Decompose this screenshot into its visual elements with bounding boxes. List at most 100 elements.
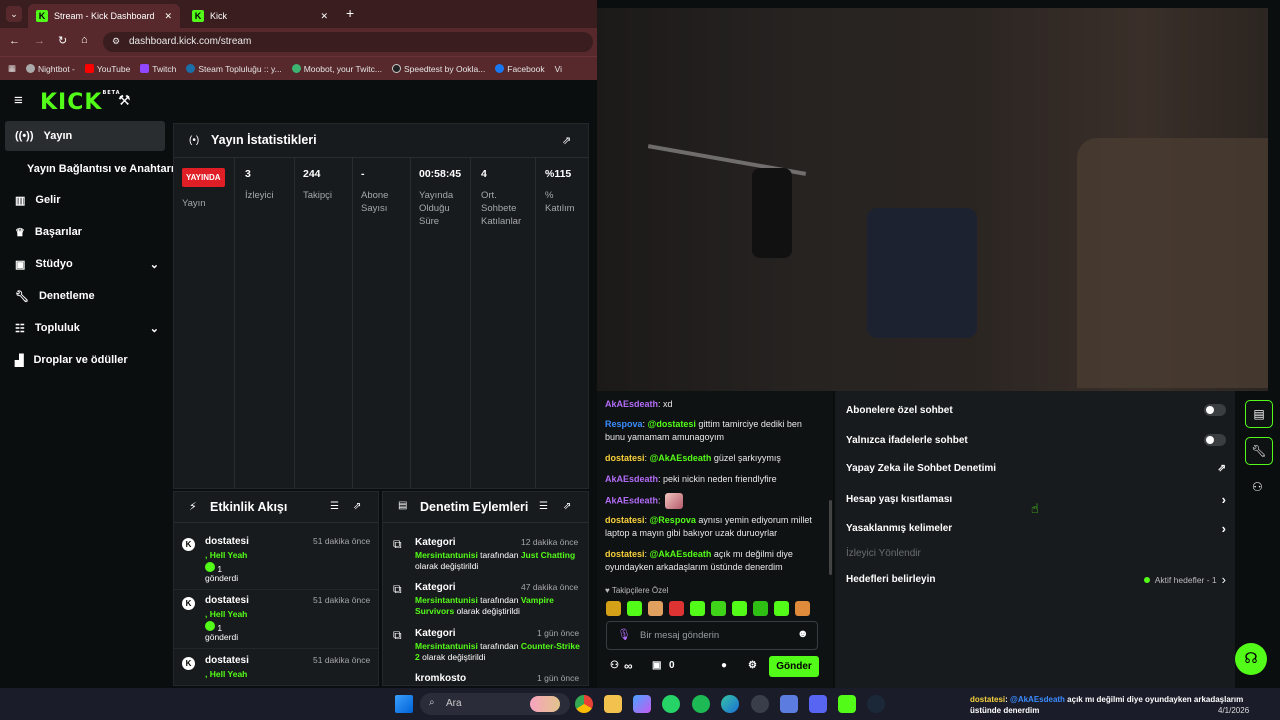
setting-subscribers-only[interactable]: Abonelere özel sohbet <box>846 404 1226 416</box>
chat-mention[interactable]: @AkAEsdeath <box>650 549 712 559</box>
filter-icon[interactable]: ☰ <box>539 501 548 512</box>
microphone-icon[interactable]: 🎙︎ <box>617 628 631 641</box>
sidebar-item-basarilar[interactable]: ♛ Başarılar <box>5 217 165 247</box>
bookmark-moobot[interactable]: Moobot, your Twitc... <box>291 64 382 74</box>
emote-icon[interactable] <box>732 601 747 616</box>
emote-icon[interactable] <box>627 601 642 616</box>
bookmark-nightbot[interactable]: Nightbot - <box>26 64 75 74</box>
stream-video-preview[interactable] <box>597 8 1280 391</box>
clock-date[interactable]: 4/1/2026 <box>1218 706 1249 715</box>
chevron-right-icon[interactable]: › <box>1222 521 1226 536</box>
sidebar-item-stream-key[interactable]: Yayın Bağlantısı ve Anahtarı <box>17 154 177 184</box>
back-icon[interactable]: ← <box>9 35 20 47</box>
popout-icon[interactable]: ⇗ <box>562 134 571 147</box>
chat-mention[interactable]: @Respova <box>650 515 696 525</box>
chat-username[interactable]: AkAEsdeath <box>605 474 658 484</box>
emote-icon[interactable] <box>795 601 810 616</box>
setting-emotes-only[interactable]: Yalnızca ifadelerle sohbet <box>846 434 1226 446</box>
external-link-icon[interactable]: ⇗ <box>1218 463 1226 474</box>
chat-username[interactable]: dostatesi <box>605 515 645 525</box>
bookmark-vi[interactable]: Vi <box>555 64 562 74</box>
sidebar-item-studyo[interactable]: ▣ Stüdyo ⌄ <box>5 249 165 279</box>
apps-grid-icon[interactable]: ▦ <box>8 63 16 74</box>
tab-stream-kick-dashboard[interactable]: K Stream - Kick Dashboard ✕ <box>28 4 180 28</box>
popout-icon[interactable]: ⇗ <box>353 501 361 512</box>
chat-username[interactable]: dostatesi <box>605 453 645 463</box>
bookmark-youtube[interactable]: YouTube <box>84 64 130 74</box>
discord-icon[interactable] <box>809 695 827 713</box>
file-explorer-icon[interactable] <box>604 695 622 713</box>
bookmark-steam[interactable]: Steam Topluluğu :: y... <box>186 63 282 74</box>
bookmark-twitch[interactable]: Twitch <box>140 64 176 74</box>
taskbar-search[interactable]: ⌕ Ara <box>420 693 570 715</box>
tab-list-button[interactable]: ⌄ <box>6 6 22 22</box>
emotes-only-toggle[interactable] <box>1204 434 1226 446</box>
kick-app-icon[interactable] <box>838 695 856 713</box>
reload-icon[interactable]: ↻ <box>58 34 67 47</box>
url-input[interactable]: ⚙ dashboard.kick.com/stream <box>103 32 593 52</box>
chat-username[interactable]: Respova <box>605 419 643 429</box>
support-chat-button[interactable]: ☊ <box>1235 643 1267 675</box>
emote-icon[interactable] <box>648 601 663 616</box>
settings-gear-icon[interactable]: ⚙ <box>748 660 757 671</box>
emote-icon[interactable] <box>669 601 684 616</box>
stream-manager-button[interactable]: ▤ <box>1245 400 1273 428</box>
emote-icon[interactable] <box>606 601 621 616</box>
chevron-down-icon[interactable]: ⌄ <box>150 322 159 335</box>
copilot-icon[interactable] <box>633 695 651 713</box>
chat-username[interactable]: dostatesi <box>605 549 645 559</box>
edge-icon[interactable] <box>721 695 739 713</box>
setting-banned-words[interactable]: Yasaklanmış kelimeler › <box>846 521 1226 536</box>
whatsapp-icon[interactable] <box>662 695 680 713</box>
sidebar-item-yayin[interactable]: ((•)) Yayın <box>5 121 165 151</box>
emote-icon[interactable] <box>753 601 768 616</box>
forward-icon[interactable]: → <box>34 35 45 47</box>
pickaxe-icon[interactable]: ⚒ <box>118 92 131 109</box>
steam-taskbar-icon[interactable] <box>751 695 769 713</box>
chat-username[interactable]: AkAEsdeath <box>605 495 658 505</box>
windows-start-icon[interactable] <box>395 695 413 713</box>
popout-icon[interactable]: ⇗ <box>563 501 571 512</box>
close-tab-icon[interactable]: ✕ <box>320 11 328 22</box>
chat-bubble-icon[interactable]: ● <box>721 660 727 671</box>
chat-scrollbar[interactable] <box>829 500 832 575</box>
chat-mention[interactable]: @dostatesi <box>648 419 696 429</box>
send-button[interactable]: Gönder <box>769 656 819 677</box>
emote-icon[interactable] <box>774 601 789 616</box>
sidebar-item-denetleme[interactable]: 🔧︎ Denetleme <box>5 281 165 311</box>
chevron-right-icon[interactable]: › <box>1222 492 1226 507</box>
community-icon[interactable]: ⚇ <box>1252 480 1263 494</box>
emote-icon[interactable] <box>711 601 726 616</box>
sidebar-item-topluluk[interactable]: ☷ Topluluk ⌄ <box>5 313 165 343</box>
chevron-down-icon[interactable]: ⌄ <box>150 258 159 271</box>
gift-icon[interactable]: ▣ <box>652 660 661 671</box>
chat-mention[interactable]: @AkAEsdeath <box>650 453 712 463</box>
emote-icon[interactable] <box>690 601 705 616</box>
moderation-tools-button[interactable]: 🔧︎ <box>1245 437 1273 465</box>
chat-input[interactable]: 🎙︎ Bir mesaj gönderin ☻ <box>606 621 818 650</box>
steam-client-icon[interactable] <box>867 695 885 713</box>
sidebar-item-gelir[interactable]: ▥ Gelir <box>5 185 165 215</box>
hamburger-menu-icon[interactable]: ≡ <box>14 92 23 109</box>
home-icon[interactable]: ⌂ <box>81 34 88 46</box>
bookmark-speedtest[interactable]: Speedtest by Ookla... <box>391 64 485 74</box>
setting-goals[interactable]: Hedefleri belirleyin Aktif hedefler - 1 › <box>846 572 1226 587</box>
chrome-icon[interactable] <box>575 695 593 713</box>
spotify-icon[interactable] <box>692 695 710 713</box>
tab-kick[interactable]: K Kick ✕ <box>184 4 336 28</box>
new-tab-button[interactable]: + <box>346 5 354 21</box>
setting-ai-moderation[interactable]: Yapay Zeka ile Sohbet Denetimi ⇗ <box>846 463 1226 474</box>
chevron-right-icon[interactable]: › <box>1222 572 1226 587</box>
bookmark-label: Steam Topluluğu :: y... <box>198 63 282 74</box>
bookmark-facebook[interactable]: Facebook <box>495 64 545 74</box>
filter-icon[interactable]: ☰ <box>330 501 339 512</box>
chat-username[interactable]: AkAEsdeath <box>605 399 658 409</box>
emoji-icon[interactable]: ☻ <box>797 628 809 640</box>
kick-logo[interactable]: KICKBETA <box>40 90 121 115</box>
sidebar-item-droplar[interactable]: ▟ Droplar ve ödüller <box>5 345 165 375</box>
close-tab-icon[interactable]: ✕ <box>164 11 172 22</box>
store-icon[interactable] <box>780 695 798 713</box>
subscribers-only-toggle[interactable] <box>1204 404 1226 416</box>
site-info-icon[interactable]: ⚙ <box>112 36 120 47</box>
community-icon[interactable]: ⚇ <box>610 660 619 671</box>
